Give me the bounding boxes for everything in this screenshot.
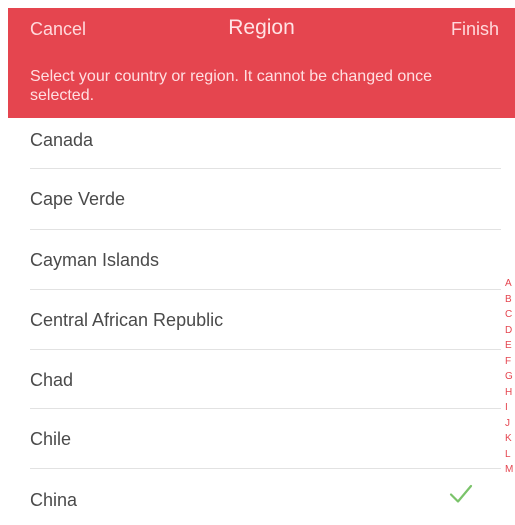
- index-letter[interactable]: E: [505, 338, 515, 354]
- list-item-central-african-republic[interactable]: Central African Republic: [0, 290, 515, 350]
- section-index[interactable]: A B C D E F G H I J K L M: [505, 276, 515, 478]
- index-letter[interactable]: B: [505, 292, 515, 308]
- list-item-china[interactable]: China: [0, 469, 515, 525]
- index-letter[interactable]: D: [505, 323, 515, 339]
- list-item-label: Chad: [30, 370, 74, 390]
- index-letter[interactable]: M: [505, 462, 515, 478]
- list-item-label: Cape Verde: [30, 189, 126, 209]
- region-picker-screen: Cancel Region Finish Select your country…: [0, 0, 515, 525]
- index-letter[interactable]: G: [505, 369, 515, 385]
- page-title: Region: [228, 16, 295, 39]
- list-item-label: China: [30, 490, 78, 510]
- list-item-label: Canada: [30, 130, 94, 150]
- index-letter[interactable]: L: [505, 447, 515, 463]
- index-letter[interactable]: J: [505, 416, 515, 432]
- list-item-canada[interactable]: Canada: [0, 110, 515, 169]
- list-item-cape-verde[interactable]: Cape Verde: [0, 169, 515, 230]
- list-item-label: Cayman Islands: [30, 250, 160, 270]
- list-item-label: Chile: [30, 429, 72, 449]
- selection-notice: Select your country or region. It cannot…: [30, 68, 433, 104]
- list-item-cayman-islands[interactable]: Cayman Islands: [0, 230, 515, 290]
- index-letter[interactable]: F: [505, 354, 515, 370]
- index-letter[interactable]: C: [505, 307, 515, 323]
- header: Cancel Region Finish Select your country…: [8, 8, 515, 118]
- index-letter[interactable]: I: [505, 400, 515, 416]
- index-letter[interactable]: K: [505, 431, 515, 447]
- index-letter[interactable]: H: [505, 385, 515, 401]
- list-item-chad[interactable]: Chad: [0, 350, 515, 409]
- list-item-chile[interactable]: Chile: [0, 409, 515, 469]
- checkmark-icon: [449, 484, 473, 503]
- finish-button[interactable]: Finish: [451, 19, 499, 40]
- list-item-label: Central African Republic: [30, 310, 224, 330]
- index-letter[interactable]: A: [505, 276, 515, 292]
